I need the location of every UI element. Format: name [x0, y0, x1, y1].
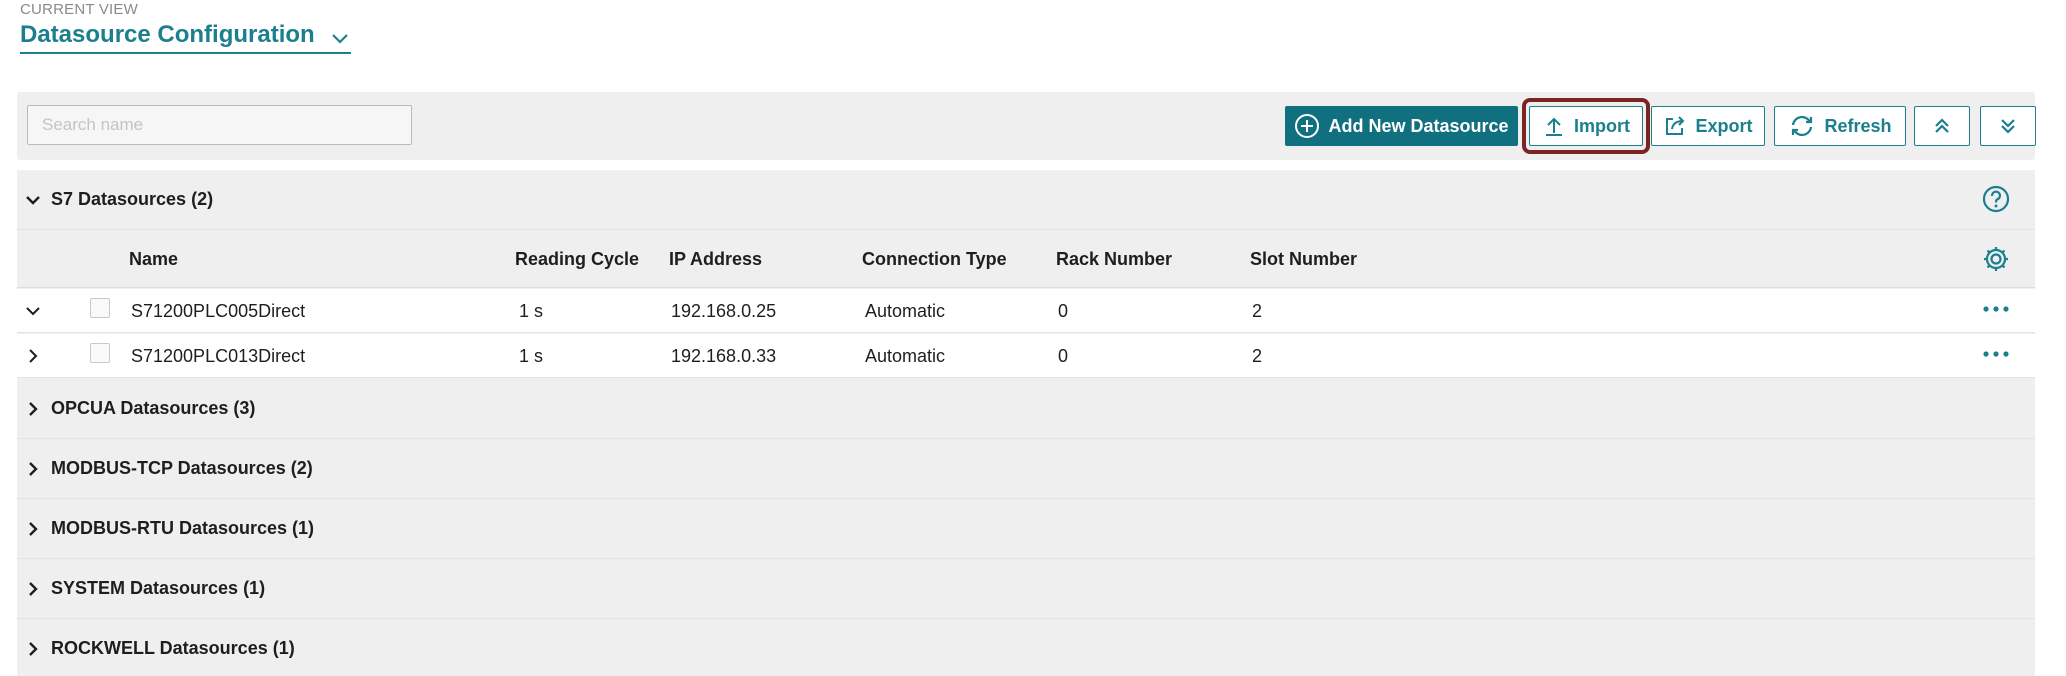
cell-reading-cycle: 1 s: [519, 346, 544, 366]
refresh-label: Refresh: [1824, 115, 1892, 136]
chevron-right-icon: [29, 401, 38, 416]
row-checkbox[interactable]: [90, 298, 110, 318]
cell-slot-number: 2: [1252, 346, 1263, 366]
col-slot-number[interactable]: Slot Number: [1250, 249, 1357, 270]
chevron-right-icon: [29, 461, 38, 476]
cell-ip-address: 192.168.0.33: [671, 346, 777, 366]
chevron-down-icon[interactable]: [23, 301, 43, 321]
group-label: ROCKWELL Datasources (1): [51, 638, 295, 658]
datasource-panel: S7 Datasources (2) Name Reading Cycle IP…: [17, 170, 2035, 676]
cell-ip-address: 192.168.0.25: [671, 301, 777, 321]
cell-name: S71200PLC005Direct: [131, 301, 306, 321]
chevron-down-icon: [26, 195, 40, 205]
cell-reading-cycle: 1 s: [519, 301, 544, 321]
group-opcua[interactable]: OPCUA Datasources (3): [17, 379, 2035, 439]
col-connection-type[interactable]: Connection Type: [862, 249, 1007, 270]
col-rack-number[interactable]: Rack Number: [1056, 249, 1172, 270]
view-selector[interactable]: Datasource Configuration: [20, 20, 351, 54]
help-icon[interactable]: [1981, 184, 2011, 214]
chevron-right-icon: [29, 581, 38, 596]
refresh-icon: [1792, 115, 1813, 137]
chevron-right-icon[interactable]: [23, 346, 43, 366]
col-name[interactable]: Name: [129, 249, 178, 270]
cell-slot-number: 2: [1252, 301, 1263, 321]
group-label: SYSTEM Datasources (1): [51, 578, 266, 598]
group-label: S7 Datasources (2): [51, 189, 214, 209]
add-datasource-label: Add New Datasource: [1328, 115, 1509, 136]
view-kicker: CURRENT VIEW: [20, 1, 138, 18]
chevron-right-icon: [29, 521, 38, 536]
add-datasource-button[interactable]: Add New Datasource: [1285, 106, 1518, 146]
import-label: Import: [1574, 115, 1630, 136]
toolbar: Add New Datasource Import Export Refresh: [17, 92, 2036, 160]
group-modbus-tcp[interactable]: MODBUS-TCP Datasources (2): [17, 439, 2035, 499]
group-label: MODBUS-TCP Datasources (2): [51, 458, 313, 478]
double-chevron-down-icon: [2001, 119, 2015, 134]
cell-rack-number: 0: [1058, 346, 1069, 366]
import-button[interactable]: Import: [1529, 106, 1643, 146]
cell-rack-number: 0: [1058, 301, 1069, 321]
double-chevron-up-icon: [1935, 118, 1949, 133]
cell-connection-type: Automatic: [865, 301, 946, 321]
group-modbus-rtu[interactable]: MODBUS-RTU Datasources (1): [17, 499, 2035, 559]
col-reading-cycle[interactable]: Reading Cycle: [515, 249, 639, 270]
table-row[interactable]: S71200PLC013Direct 1 s 192.168.0.33 Auto…: [17, 334, 2035, 378]
group-label: OPCUA Datasources (3): [51, 398, 256, 418]
table-header: Name Reading Cycle IP Address Connection…: [17, 230, 2035, 288]
chevron-right-icon: [29, 641, 38, 656]
collapse-all-button[interactable]: [1914, 106, 1970, 146]
col-ip-address[interactable]: IP Address: [669, 249, 762, 270]
export-label: Export: [1695, 115, 1753, 136]
refresh-button[interactable]: Refresh: [1774, 106, 1906, 146]
expand-all-button[interactable]: [1980, 106, 2036, 146]
more-horizontal-icon[interactable]: [1981, 299, 2011, 319]
group-label: MODBUS-RTU Datasources (1): [51, 518, 315, 538]
upload-icon: [1546, 117, 1562, 136]
table-row[interactable]: S71200PLC005Direct 1 s 192.168.0.25 Auto…: [17, 289, 2035, 333]
gear-icon[interactable]: [1981, 244, 2011, 274]
more-horizontal-icon[interactable]: [1981, 344, 2011, 364]
chevron-down-icon: [331, 34, 348, 44]
view-header: CURRENT VIEW Datasource Configuration: [20, 0, 351, 54]
export-icon: [1666, 116, 1685, 135]
export-button[interactable]: Export: [1651, 106, 1765, 146]
cell-connection-type: Automatic: [865, 346, 946, 366]
group-s7[interactable]: S7 Datasources (2): [17, 170, 2035, 230]
group-system[interactable]: SYSTEM Datasources (1): [17, 559, 2035, 619]
cell-name: S71200PLC013Direct: [131, 346, 306, 366]
group-rockwell[interactable]: ROCKWELL Datasources (1): [17, 619, 2035, 676]
search-input[interactable]: [27, 105, 412, 145]
view-title: Datasource Configuration: [20, 21, 315, 48]
row-checkbox[interactable]: [90, 343, 110, 363]
plus-circle-icon: [1295, 114, 1320, 138]
